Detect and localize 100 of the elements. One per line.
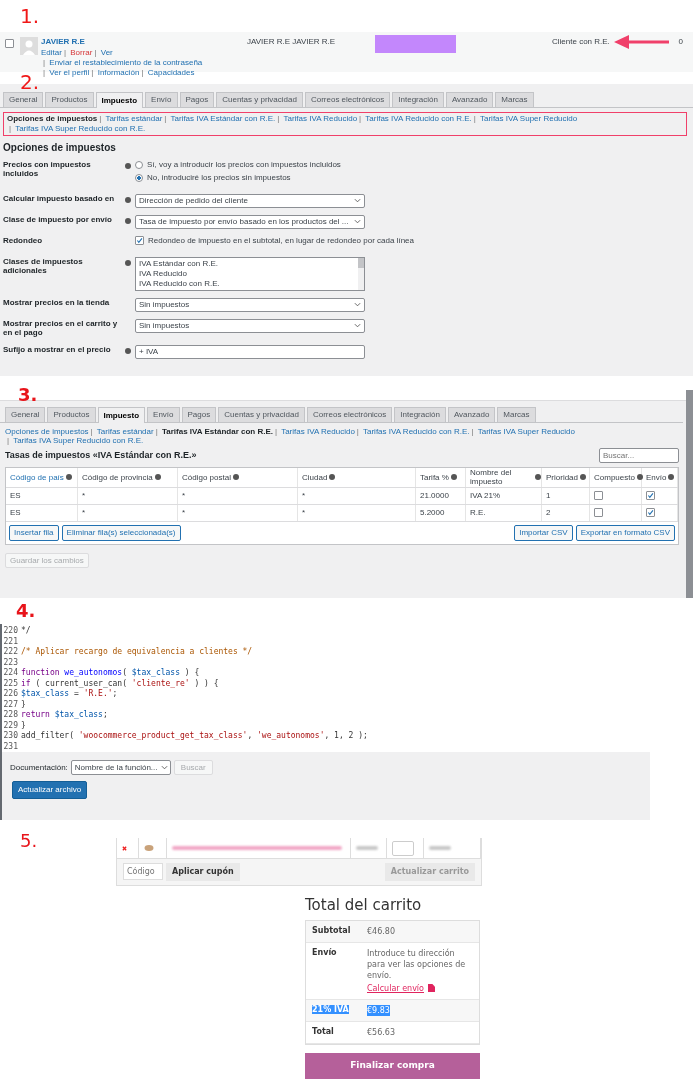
settings-tab[interactable]: Cuentas y privacidad [216, 92, 303, 107]
section-link[interactable]: Opciones de impuestos [5, 426, 89, 436]
section-link[interactable]: Tarifas IVA Reducido [281, 426, 355, 436]
line-number: 229 [2, 720, 18, 731]
radio-button[interactable] [135, 160, 143, 169]
column-header[interactable]: Código postal [182, 472, 231, 483]
section-link[interactable]: Tarifas IVA Estándar con R.E. [170, 113, 276, 123]
settings-tab[interactable]: Avanzado [445, 92, 494, 107]
scrollbar[interactable] [686, 390, 693, 598]
help-icon [125, 196, 131, 203]
settings-tab[interactable]: Impuesto [97, 407, 146, 423]
totals-value: €56.63 [367, 1026, 396, 1038]
checkbox[interactable] [646, 491, 655, 501]
section-link[interactable]: Tarifas estándar [96, 426, 154, 436]
section-link[interactable]: Tarifas IVA Reducido con R.E. [365, 113, 472, 123]
help-icon [125, 347, 131, 354]
settings-tab[interactable]: Correos electrónicos [306, 407, 393, 422]
table-cell: 1 [546, 491, 551, 501]
settings-tab[interactable]: Pagos [181, 407, 217, 422]
dropdown[interactable]: Dirección de pedido del cliente [135, 193, 365, 208]
section-link[interactable]: Opciones de impuestos [7, 113, 98, 123]
row-action-link[interactable]: Información [97, 67, 140, 77]
table-cell: 2 [546, 508, 551, 518]
settings-tab[interactable]: Envío [147, 407, 180, 422]
row-action-link[interactable]: Editar [41, 47, 62, 57]
settings-tab[interactable]: Impuesto [95, 92, 144, 108]
table-action-button[interactable]: Exportar en formato CSV [575, 524, 675, 541]
table-action-button[interactable]: Importar CSV [514, 524, 573, 541]
column-header[interactable]: Código de provincia [82, 472, 153, 483]
column-header[interactable]: Código de país [10, 472, 64, 483]
search-field[interactable]: Buscar... [599, 447, 679, 463]
settings-tab[interactable]: Correos electrónicos [304, 92, 391, 107]
settings-tab[interactable]: General [3, 92, 44, 107]
checkbox[interactable] [646, 508, 655, 518]
row-action-link[interactable]: Enviar el restablecimiento de la contraseña [49, 57, 203, 67]
coupon-field[interactable]: Código [123, 863, 163, 881]
section-link[interactable]: Tarifas IVA Super Reducido [477, 426, 575, 436]
chevron-icon [354, 198, 361, 204]
calculate-shipping-link[interactable]: Calcular envío [367, 982, 424, 994]
checkbox[interactable] [594, 491, 603, 501]
row-action-link[interactable]: Borrar [70, 47, 93, 57]
multi-select-list[interactable]: IVA Estándar con R.E. IVA Reducido IVA Reducido con R.E. [135, 256, 365, 291]
settings-tab[interactable]: Avanzado [447, 407, 496, 422]
section-link[interactable]: Tarifas IVA Super Reducido con R.E. [15, 124, 146, 134]
step-number: 1. [20, 6, 40, 26]
table-action-button[interactable]: Eliminar fila(s) seleccionada(s) [61, 524, 181, 541]
settings-tab[interactable]: Cuentas y privacidad [218, 407, 305, 422]
settings-tab[interactable]: General [5, 407, 46, 422]
settings-tab[interactable]: Envío [145, 92, 178, 107]
radio-button[interactable] [135, 174, 143, 183]
remove-icon[interactable] [122, 845, 127, 851]
table-action-button[interactable]: Insertar fila [9, 524, 59, 541]
settings-tab[interactable]: Productos [45, 92, 94, 107]
column-header[interactable]: Ciudad [302, 472, 328, 483]
line-number: 221 [2, 636, 18, 647]
section-link[interactable]: Tarifas IVA Estándar con R.E. [162, 426, 273, 436]
dropdown[interactable]: Sin impuestos [135, 297, 365, 312]
field-label: Precios con impuestos incluidos [3, 159, 92, 179]
settings-tab[interactable]: Integración [392, 92, 444, 107]
chevron-icon [354, 302, 361, 308]
settings-tab[interactable]: Marcas [497, 407, 536, 422]
line-number: 227 [2, 699, 18, 710]
field-label: Clase de impuesto por envío [3, 214, 113, 225]
table-cell: 21.0000 [420, 491, 449, 501]
checkbox[interactable] [135, 236, 144, 246]
checkbox[interactable] [5, 39, 14, 48]
dropdown[interactable]: Tasa de impuesto por envío basado en los productos del ... [135, 214, 365, 229]
section-link[interactable]: Tarifas IVA Super Reducido con R.E. [13, 436, 144, 446]
settings-tab[interactable]: Marcas [495, 92, 534, 107]
section-link[interactable]: Tarifas estándar [105, 113, 163, 123]
separator-text: | [356, 426, 359, 436]
column-header[interactable]: Nombre del impuesto [470, 467, 533, 487]
checkbox-label: Redondeo de impuesto en el subtotal, en lugar de redondeo por cada línea [148, 235, 414, 246]
section-link[interactable]: Tarifas IVA Super Reducido [480, 113, 578, 123]
totals-label: 21% IVA [312, 1004, 349, 1014]
totals-value: €9.83 [367, 1004, 390, 1016]
option-label: Sí, voy a introducir los precios con impuestos incluidos [147, 159, 341, 170]
separator-text: | [473, 113, 476, 123]
dropdown[interactable]: Sin impuestos [135, 318, 365, 333]
code-line: */ [21, 626, 31, 637]
column-header[interactable]: Compuesto [594, 472, 635, 483]
section-link[interactable]: Tarifas IVA Reducido [283, 113, 358, 123]
settings-tab[interactable]: Productos [47, 407, 96, 422]
section-link[interactable]: Tarifas IVA Reducido con R.E. [363, 426, 470, 436]
separator-text: | [90, 426, 93, 436]
apply-coupon-button[interactable]: Aplicar cupón [166, 863, 240, 881]
row-action-link[interactable]: Ver [100, 47, 113, 57]
update-file-button[interactable]: Actualizar archivo [12, 781, 88, 799]
row-action-link[interactable]: Ver el perfil [49, 67, 90, 77]
dropdown[interactable]: Nombre de la función... [70, 760, 171, 775]
checkout-button[interactable]: Finalizar compra [305, 1052, 480, 1079]
checkbox[interactable] [594, 508, 603, 518]
settings-tab[interactable]: Integración [394, 407, 446, 422]
user-name[interactable]: JAVIER R.E [41, 37, 85, 47]
column-header[interactable]: Envío [646, 472, 667, 483]
column-header[interactable]: Prioridad [546, 472, 578, 483]
settings-tab[interactable]: Pagos [179, 92, 215, 107]
row-action-link[interactable]: Capacidades [147, 67, 195, 77]
text-field[interactable]: + IVA [135, 344, 365, 359]
column-header[interactable]: Tarifa % [420, 472, 449, 483]
